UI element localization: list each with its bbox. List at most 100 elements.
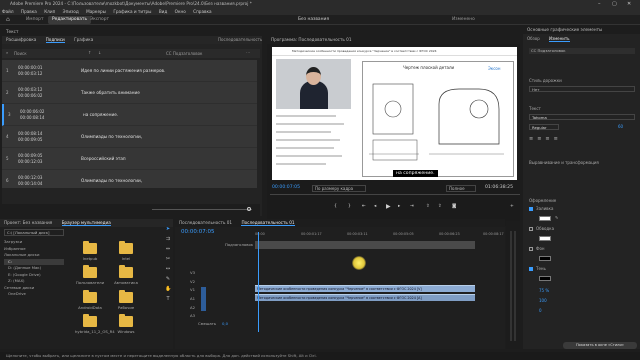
track-a2[interactable]: A2 bbox=[190, 305, 195, 310]
go-to-out-icon[interactable]: ⇥ bbox=[410, 204, 414, 209]
hand-tool-icon[interactable]: ✋ bbox=[165, 286, 171, 292]
fit-dropdown[interactable]: По размеру кадра bbox=[312, 185, 367, 192]
step-forward-icon[interactable]: ▸ bbox=[398, 204, 400, 209]
video-clip[interactable]: Методические особенности проведения конк… bbox=[255, 285, 475, 292]
extract-icon[interactable]: ⇪ bbox=[438, 204, 442, 209]
tab-captions[interactable]: Подписи bbox=[45, 37, 65, 43]
menu-view[interactable]: Вид bbox=[159, 9, 168, 14]
slip-tool-icon[interactable]: ↔ bbox=[165, 266, 171, 272]
caption-text[interactable]: Идея по линии растяжения размеров. bbox=[81, 68, 165, 73]
caption-row[interactable]: 2 00:00:03:12 00:00:06:02 Также обратить … bbox=[2, 82, 257, 104]
menu-clip[interactable]: Клип bbox=[44, 9, 55, 14]
add-button-icon[interactable]: + bbox=[510, 204, 514, 209]
quality-dropdown[interactable]: Полное bbox=[446, 185, 476, 192]
shadow-value[interactable]: 0 bbox=[539, 308, 542, 313]
zoom-slider-handle[interactable] bbox=[247, 207, 251, 211]
menu-file[interactable]: Файл bbox=[2, 9, 14, 14]
shadow-checkbox[interactable] bbox=[529, 267, 533, 271]
pen-tool-icon[interactable]: ✎ bbox=[165, 276, 171, 282]
playhead[interactable] bbox=[258, 232, 259, 332]
track-a3[interactable]: A3 bbox=[190, 313, 195, 318]
menu-markers[interactable]: Маркеры bbox=[86, 9, 106, 14]
location-dropdown[interactable]: C:\ [Локальный диск] bbox=[4, 229, 64, 236]
track-target-indicator[interactable] bbox=[201, 287, 206, 311]
mark-in-icon[interactable]: { bbox=[334, 204, 337, 209]
play-icon[interactable]: ▶ bbox=[386, 203, 391, 210]
stroke-checkbox[interactable] bbox=[529, 227, 533, 231]
next-icon[interactable]: ↓ bbox=[98, 50, 101, 55]
subtitle-track[interactable] bbox=[255, 241, 475, 249]
fill-color-swatch[interactable] bbox=[539, 216, 551, 221]
align-buttons[interactable]: ≡≡≡≡ bbox=[529, 136, 562, 142]
caption-row[interactable]: 4 00:00:08:14 00:00:09:05 Олимпиады по те… bbox=[2, 126, 257, 148]
search-input[interactable]: Поиск bbox=[14, 51, 27, 56]
track-v2[interactable]: V2 bbox=[190, 279, 195, 284]
folder-icon[interactable] bbox=[119, 314, 133, 327]
prev-icon[interactable]: ↑ bbox=[88, 50, 91, 55]
track-a1[interactable]: A1 bbox=[190, 296, 195, 301]
caption-row-selected[interactable]: 3 00:00:06:02 00:00:08:14 на сопряжение. bbox=[2, 104, 257, 126]
tab-transcript[interactable]: Расшифровка bbox=[6, 37, 36, 42]
maximize-button[interactable]: ▢ bbox=[612, 0, 617, 8]
tab-project[interactable]: Проект: Без названия bbox=[4, 220, 52, 225]
caption-text[interactable]: Всероссийский этап bbox=[81, 156, 126, 161]
font-size-value[interactable]: 60 bbox=[618, 124, 623, 129]
menu-help[interactable]: Справка bbox=[193, 9, 211, 14]
minimize-button[interactable]: – bbox=[598, 0, 601, 8]
menu-edit[interactable]: Правка bbox=[21, 9, 37, 14]
tab-media-browser[interactable]: Браузер мультимедиа bbox=[61, 220, 111, 226]
go-to-in-icon[interactable]: ⇤ bbox=[362, 204, 366, 209]
camera-icon[interactable]: ◙ bbox=[452, 204, 456, 209]
tree-item[interactable]: OneDrive bbox=[4, 291, 64, 298]
time-ruler[interactable]: 00:00 00:00:01:17 00:00:03:11 00:00:05:0… bbox=[255, 232, 505, 240]
tab-import[interactable]: Импорт bbox=[26, 15, 44, 25]
show-styles-button[interactable]: Показать в окне «Стили» bbox=[563, 342, 637, 349]
menu-sequence[interactable]: Эпизод bbox=[63, 9, 79, 14]
caption-text[interactable]: Олимпиады по технологии, bbox=[81, 134, 142, 139]
font-weight-dropdown[interactable]: Regular bbox=[529, 124, 559, 130]
home-icon[interactable]: ⌂ bbox=[6, 15, 10, 25]
caption-text[interactable]: Олимпиады по технологии, bbox=[81, 178, 142, 183]
zoom-slider[interactable] bbox=[152, 209, 252, 210]
selection-tool-icon[interactable]: ➤ bbox=[165, 226, 171, 232]
tab-browse[interactable]: Обзор bbox=[527, 36, 540, 41]
caption-text[interactable]: Также обратить внимание bbox=[81, 90, 140, 95]
more-icon[interactable]: ⋯ bbox=[246, 50, 250, 55]
folder-icon[interactable] bbox=[83, 241, 97, 254]
tab-sequence[interactable]: Последовательность 01 bbox=[179, 220, 232, 225]
close-button[interactable]: ✕ bbox=[627, 0, 631, 8]
tab-export[interactable]: Экспорт bbox=[90, 15, 109, 25]
timeline-timecode[interactable]: 00:00:07:05 bbox=[181, 229, 215, 235]
background-checkbox[interactable] bbox=[529, 247, 533, 251]
stroke-color-swatch[interactable] bbox=[539, 236, 551, 241]
folder-icon[interactable] bbox=[83, 314, 97, 327]
caption-row[interactable]: 1 00:00:00:01 00:00:03:12 Идея по линии р… bbox=[2, 60, 257, 82]
folder-icon[interactable] bbox=[119, 241, 133, 254]
step-back-icon[interactable]: ◂ bbox=[374, 204, 376, 209]
background-color-swatch[interactable] bbox=[539, 256, 551, 261]
caption-row[interactable]: 6 00:00:12:03 00:00:14:04 Олимпиады по те… bbox=[2, 170, 257, 188]
caption-text[interactable]: на сопряжение. bbox=[83, 112, 118, 117]
caption-track-label[interactable]: CC Подзаголовок bbox=[166, 51, 202, 56]
folder-icon[interactable] bbox=[83, 290, 97, 303]
eg-layer-item[interactable]: CC Подзаголовок bbox=[529, 48, 635, 54]
program-scrubber[interactable] bbox=[270, 194, 520, 195]
mark-out-icon[interactable]: } bbox=[348, 204, 351, 209]
search-icon[interactable]: ⌕ bbox=[6, 50, 8, 55]
mix-value[interactable]: 0,0 bbox=[222, 321, 228, 326]
font-dropdown[interactable]: Tahoma bbox=[529, 114, 635, 120]
folder-icon[interactable] bbox=[83, 265, 97, 278]
tab-edit[interactable]: Редактировать bbox=[48, 16, 92, 24]
tab-edit-eg[interactable]: Изменить bbox=[549, 36, 570, 42]
track-v1[interactable]: V1 bbox=[190, 287, 195, 292]
track-style-dropdown[interactable]: Нет bbox=[529, 86, 635, 92]
fill-checkbox[interactable] bbox=[529, 207, 533, 211]
folder-icon[interactable] bbox=[119, 265, 133, 278]
track-v3[interactable]: V3 bbox=[190, 270, 195, 275]
track-select-icon[interactable]: ⇉ bbox=[165, 236, 171, 242]
razor-tool-icon[interactable]: ✂ bbox=[165, 256, 171, 262]
tab-graphics[interactable]: Графика bbox=[74, 37, 93, 42]
menu-window[interactable]: Окно bbox=[175, 9, 186, 14]
audio-clip[interactable]: Методические особенности проведения конк… bbox=[255, 294, 475, 301]
lift-icon[interactable]: ⇧ bbox=[426, 204, 430, 209]
